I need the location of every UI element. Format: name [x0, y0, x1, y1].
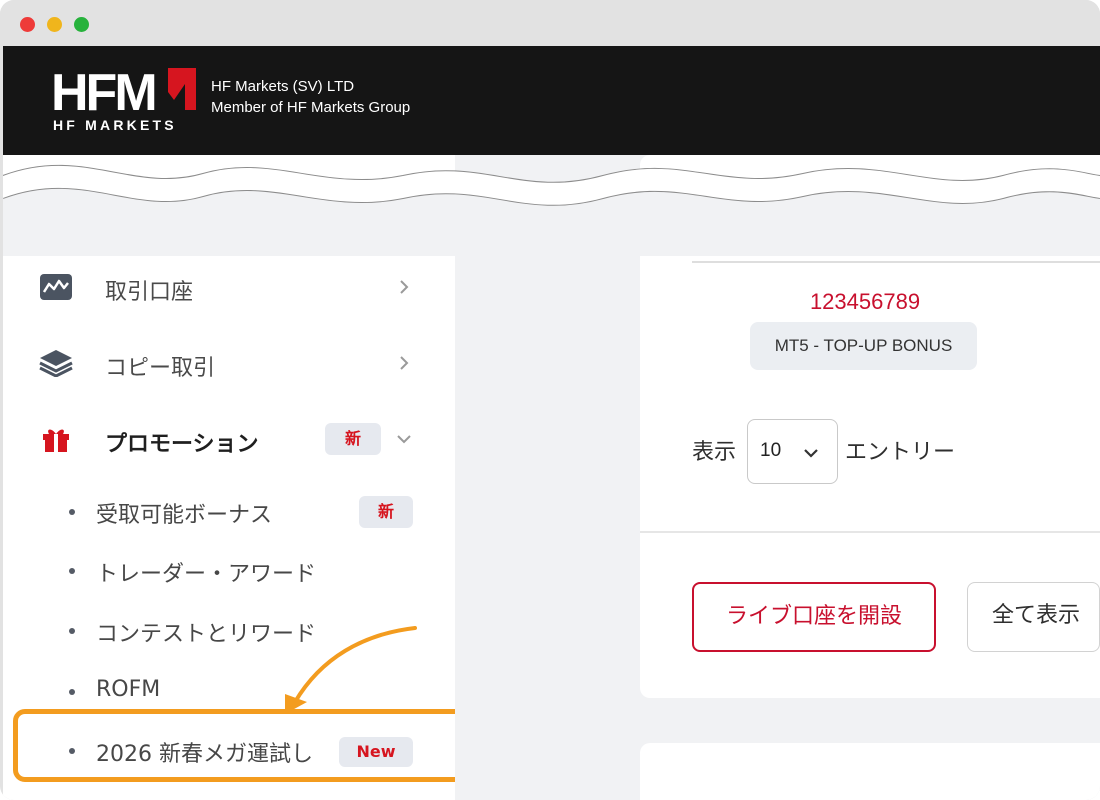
- submenu-item-2026-new-year-mega-lottery[interactable]: 2026 新春メガ運試し New: [69, 731, 429, 771]
- sidebar-item-trading-accounts[interactable]: 取引口座: [39, 267, 419, 307]
- window-titlebar: [0, 0, 1100, 46]
- page-break-wave: [3, 164, 1100, 256]
- minimize-window-button[interactable]: [47, 17, 62, 32]
- sidebar-item-label: コピー取引: [105, 356, 216, 381]
- bullet: [69, 509, 75, 515]
- submenu-item-label: トレーダー・アワード: [96, 562, 317, 587]
- company-name: HF Markets (SV) LTD: [211, 78, 355, 95]
- show-all-button[interactable]: 全て表示: [967, 582, 1100, 652]
- logo-subtext: HF MARKETS: [53, 117, 177, 133]
- chevron-right-icon: [400, 356, 409, 370]
- submenu-item-label: 受取可能ボーナス: [96, 503, 273, 528]
- show-label: 表示: [692, 440, 737, 465]
- chevron-right-icon: [400, 280, 409, 294]
- bullet: [69, 568, 75, 574]
- sidebar-item-label: 取引口座: [105, 280, 194, 305]
- logo-text: HFM: [51, 66, 155, 122]
- hfm-logo-icon[interactable]: HFM HF MARKETS: [51, 66, 196, 134]
- chevron-down-icon: [804, 449, 818, 458]
- maximize-window-button[interactable]: [74, 17, 89, 32]
- sidebar-item-label: プロモーション: [105, 432, 259, 457]
- account-type-badge: MT5 - TOP-UP BONUS: [750, 322, 977, 370]
- gift-icon: [43, 429, 69, 452]
- card-divider: [640, 531, 1100, 533]
- page-size-value: 10: [760, 440, 782, 461]
- new-badge: 新: [325, 423, 381, 455]
- submenu-item-label: ROFM: [96, 677, 161, 702]
- page-size-select[interactable]: 10: [747, 419, 838, 484]
- bullet: [69, 748, 75, 754]
- sidebar-item-promotions[interactable]: プロモーション 新: [39, 419, 419, 459]
- bullet: [69, 628, 75, 634]
- submenu-item-label: 2026 新春メガ運試し: [96, 742, 313, 767]
- table-header-divider: [692, 261, 1100, 263]
- logo-red-mark: [168, 68, 196, 110]
- company-info: HF Markets (SV) LTD Member of HF Markets…: [211, 76, 410, 118]
- entries-label: エントリー: [845, 440, 956, 465]
- bullet: [69, 689, 75, 695]
- account-number[interactable]: 123456789: [775, 289, 955, 315]
- site-header: HFM HF MARKETS HF Markets (SV) LTD Membe…: [3, 46, 1100, 155]
- layers-icon: [39, 350, 73, 377]
- close-window-button[interactable]: [20, 17, 35, 32]
- browser-window: HFM HF MARKETS HF Markets (SV) LTD Membe…: [0, 0, 1100, 800]
- new-badge: 新: [359, 496, 413, 528]
- chevron-down-icon: [397, 435, 411, 444]
- new-badge: New: [339, 737, 413, 767]
- submenu-item-available-bonus[interactable]: 受取可能ボーナス 新: [69, 492, 429, 532]
- sidebar-item-copy-trading[interactable]: コピー取引: [39, 343, 419, 383]
- open-live-account-button[interactable]: ライブ口座を開設: [692, 582, 936, 652]
- pointer-arrow-icon: [285, 626, 417, 714]
- company-group: Member of HF Markets Group: [211, 99, 411, 116]
- page-viewport: HFM HF MARKETS HF Markets (SV) LTD Membe…: [3, 46, 1100, 800]
- secondary-card: [640, 743, 1100, 800]
- submenu-item-trader-awards[interactable]: トレーダー・アワード: [69, 551, 429, 591]
- chart-icon: [40, 274, 72, 300]
